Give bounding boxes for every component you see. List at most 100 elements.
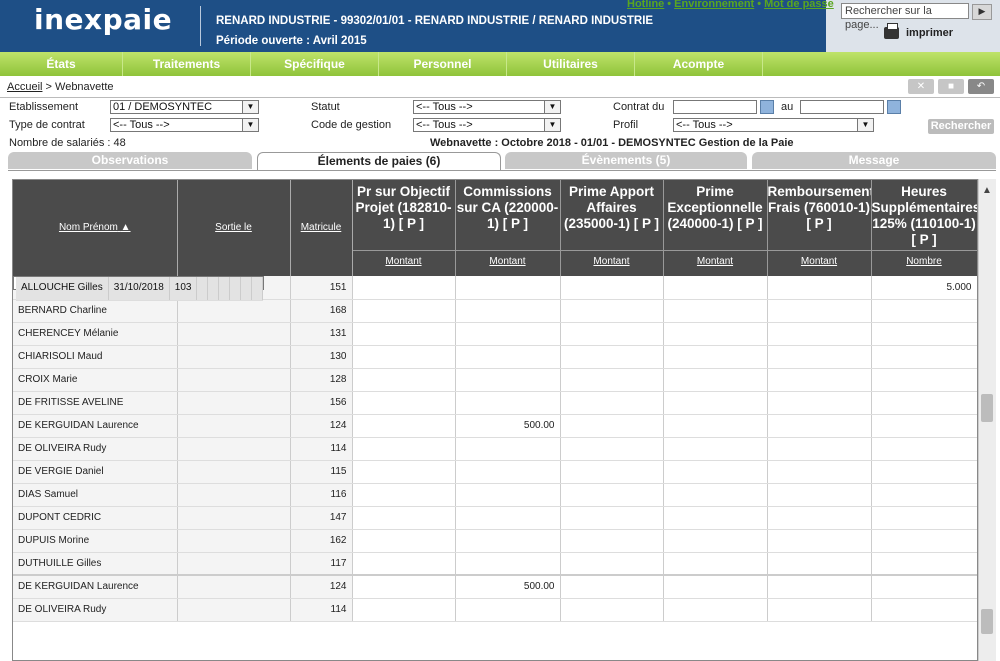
value-cell[interactable] xyxy=(767,460,872,484)
value-cell[interactable] xyxy=(352,345,456,369)
value-cell[interactable] xyxy=(455,437,561,461)
value-cell[interactable] xyxy=(560,598,664,622)
value-cell[interactable] xyxy=(455,483,561,507)
value-cell[interactable] xyxy=(767,529,872,553)
tab-evenements[interactable]: Évènements (5) xyxy=(505,152,747,169)
header-matricule[interactable]: Matricule xyxy=(290,180,353,276)
table-row[interactable]: DE FRITISSE AVELINE 156 xyxy=(13,391,977,415)
vertical-scrollbar[interactable]: ▲ xyxy=(978,179,996,661)
value-cell[interactable] xyxy=(663,368,768,392)
value-cell[interactable] xyxy=(767,299,872,323)
value-cell[interactable] xyxy=(560,345,664,369)
table-row[interactable]: DUPONT CEDRIC 147 xyxy=(13,506,977,530)
value-cell[interactable] xyxy=(352,552,456,576)
value-cell[interactable] xyxy=(560,437,664,461)
value-cell[interactable] xyxy=(767,322,872,346)
profil-select[interactable]: <-- Tous --> ▼ xyxy=(673,118,874,132)
page-search-input[interactable]: Rechercher sur la page... xyxy=(841,3,969,31)
value-cell[interactable] xyxy=(560,574,664,599)
value-cell[interactable] xyxy=(352,414,456,438)
value-cell[interactable] xyxy=(767,483,872,507)
calendar-icon[interactable] xyxy=(887,100,901,114)
value-cell[interactable] xyxy=(560,506,664,530)
statut-select[interactable]: <-- Tous --> ▼ xyxy=(413,100,561,114)
column-header[interactable]: Pr sur Objectif Projet (182810-1) [ P ] M… xyxy=(352,180,456,276)
column-header[interactable]: Commissions sur CA (220000-1) [ P ] Monta… xyxy=(455,180,561,276)
value-cell[interactable] xyxy=(871,345,977,369)
code-gestion-select[interactable]: <-- Tous --> ▼ xyxy=(413,118,561,132)
nav-utilitaires[interactable]: Utilitaires xyxy=(507,52,635,76)
column-sub-header[interactable]: Montant xyxy=(455,250,560,273)
value-cell[interactable] xyxy=(767,598,872,622)
value-cell[interactable] xyxy=(663,322,768,346)
nav-acompte[interactable]: Acompte xyxy=(635,52,763,76)
column-sub-header[interactable]: Montant xyxy=(663,250,767,273)
value-cell[interactable] xyxy=(871,414,977,438)
table-row[interactable]: ALLOUCHE Gilles 31/10/2018 103 xyxy=(13,276,265,301)
value-cell[interactable]: 500.00 xyxy=(455,574,561,599)
value-cell[interactable] xyxy=(767,345,872,369)
value-cell[interactable]: 5.000 xyxy=(871,276,977,300)
table-row[interactable]: CHERENCEY Mélanie 131 xyxy=(13,322,977,346)
value-cell[interactable] xyxy=(663,552,768,576)
table-row[interactable]: DE OLIVEIRA Rudy 114 xyxy=(13,598,977,622)
value-cell[interactable] xyxy=(560,552,664,576)
mot-de-passe-link[interactable]: Mot de passe xyxy=(764,0,834,10)
header-nom-prenom[interactable]: Nom Prénom ▲ xyxy=(13,180,178,276)
environnement-link[interactable]: Environnement xyxy=(674,0,754,10)
value-cell[interactable] xyxy=(560,276,664,300)
value-cell[interactable] xyxy=(663,299,768,323)
hotline-link[interactable]: Hotline xyxy=(627,0,664,10)
value-cell[interactable] xyxy=(455,368,561,392)
value-cell[interactable] xyxy=(767,414,872,438)
column-header[interactable]: Prime Exceptionnelle (240000-1) [ P ] Mon… xyxy=(663,180,768,276)
value-cell[interactable] xyxy=(455,506,561,530)
value-cell[interactable] xyxy=(455,460,561,484)
nav-specifique[interactable]: Spécifique xyxy=(251,52,379,76)
table-row[interactable]: DIAS Samuel 116 xyxy=(13,483,977,507)
value-cell[interactable]: 500.00 xyxy=(455,414,561,438)
value-cell[interactable] xyxy=(455,276,561,300)
value-cell[interactable] xyxy=(871,391,977,415)
value-cell[interactable] xyxy=(455,391,561,415)
value-cell[interactable] xyxy=(560,460,664,484)
value-cell[interactable] xyxy=(767,368,872,392)
table-row[interactable]: BERNARD Charline 168 xyxy=(13,299,977,323)
print-button[interactable]: imprimer xyxy=(884,23,953,40)
value-cell[interactable] xyxy=(560,368,664,392)
column-sub-header[interactable]: Montant xyxy=(767,250,871,273)
value-cell[interactable] xyxy=(455,598,561,622)
nav-personnel[interactable]: Personnel xyxy=(379,52,507,76)
calendar-icon[interactable] xyxy=(760,100,774,114)
value-cell[interactable] xyxy=(352,322,456,346)
value-cell[interactable] xyxy=(352,529,456,553)
value-cell[interactable] xyxy=(663,437,768,461)
table-row[interactable]: DE KERGUIDAN Laurence 124 500.00 xyxy=(13,414,977,438)
value-cell[interactable] xyxy=(871,322,977,346)
value-cell[interactable] xyxy=(352,574,456,599)
value-cell[interactable] xyxy=(560,322,664,346)
value-cell[interactable] xyxy=(352,368,456,392)
value-cell[interactable] xyxy=(352,506,456,530)
value-cell[interactable] xyxy=(352,299,456,323)
search-arrow-icon[interactable]: ▶ xyxy=(972,4,992,20)
table-row[interactable]: DUPUIS Morine 162 xyxy=(13,529,977,553)
value-cell[interactable] xyxy=(767,574,872,599)
value-cell[interactable] xyxy=(455,529,561,553)
value-cell[interactable] xyxy=(767,506,872,530)
breadcrumb-home-link[interactable]: Accueil xyxy=(7,81,42,93)
value-cell[interactable] xyxy=(663,506,768,530)
value-cell[interactable] xyxy=(455,345,561,369)
value-cell[interactable] xyxy=(871,529,977,553)
table-row[interactable]: DUTHUILLE Gilles 117 xyxy=(13,552,977,576)
value-cell[interactable] xyxy=(663,414,768,438)
column-sub-header[interactable]: Montant xyxy=(560,250,663,273)
value-cell[interactable] xyxy=(240,277,253,301)
scroll-up-icon[interactable]: ▲ xyxy=(981,185,993,197)
contrat-au-input[interactable] xyxy=(800,100,884,114)
value-cell[interactable] xyxy=(251,277,264,301)
value-cell[interactable] xyxy=(352,598,456,622)
value-cell[interactable] xyxy=(560,529,664,553)
value-cell[interactable] xyxy=(871,574,977,599)
value-cell[interactable] xyxy=(871,506,977,530)
